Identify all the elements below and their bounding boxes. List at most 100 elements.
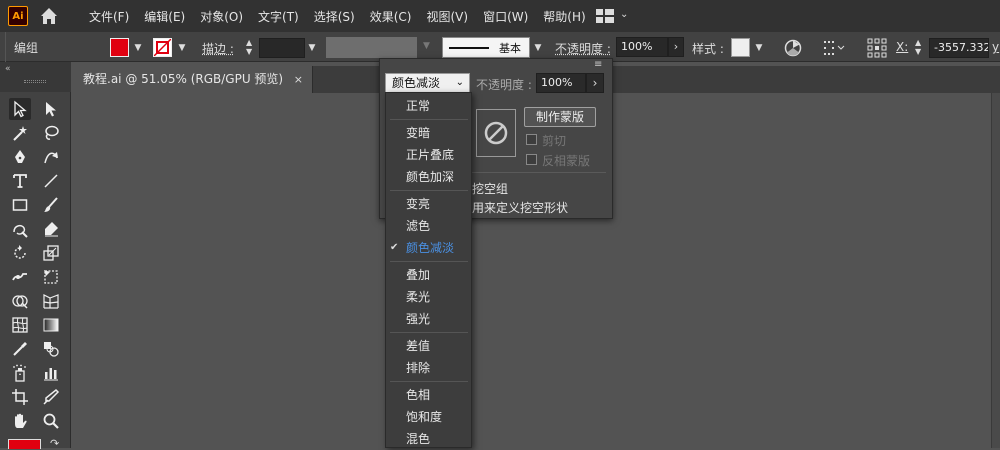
- brush-definition[interactable]: 基本: [442, 37, 530, 58]
- blend-mode-option[interactable]: 饱和度: [386, 406, 471, 428]
- blend-mode-option[interactable]: 颜色加深: [386, 166, 471, 188]
- opacity-label[interactable]: 不透明度 :: [555, 40, 611, 57]
- workspace-switcher-icon[interactable]: [596, 9, 614, 26]
- mask-thumbnail[interactable]: [476, 109, 516, 157]
- align-icon[interactable]: [824, 39, 846, 58]
- mesh-tool-icon[interactable]: [9, 314, 31, 336]
- x-position-field[interactable]: -3557.332: [929, 38, 989, 58]
- gradient-tool-icon[interactable]: [40, 314, 62, 336]
- menu-item[interactable]: 编辑(E): [144, 8, 185, 25]
- menu-separator: [390, 381, 468, 382]
- variable-width-profile[interactable]: [326, 37, 417, 58]
- curvature-tool-icon[interactable]: [40, 146, 62, 168]
- free-transform-tool-icon[interactable]: [40, 266, 62, 288]
- blend-mode-option[interactable]: 柔光: [386, 286, 471, 308]
- direct-selection-tool-icon[interactable]: [40, 98, 62, 120]
- stroke-swatch[interactable]: [153, 38, 172, 57]
- artboard-tool-icon[interactable]: [9, 386, 31, 408]
- knockout-group-label[interactable]: 挖空组: [472, 180, 508, 197]
- panel-opacity-label: 不透明度 :: [476, 78, 532, 92]
- menu-item[interactable]: 效果(C): [370, 8, 412, 25]
- recolor-artwork-icon[interactable]: [784, 39, 802, 60]
- swap-colors-icon[interactable]: ↷: [50, 437, 59, 450]
- close-icon[interactable]: ×: [294, 66, 303, 93]
- selection-type-label: 编组: [14, 41, 39, 55]
- chevron-right-icon[interactable]: ›: [668, 37, 684, 57]
- chevron-right-icon[interactable]: ›: [586, 73, 604, 93]
- blend-mode-option[interactable]: 混色: [386, 428, 471, 450]
- rotate-tool-icon[interactable]: [9, 242, 31, 264]
- blend-mode-option[interactable]: 颜色减淡: [386, 237, 471, 259]
- fill-swatch[interactable]: [110, 38, 129, 57]
- document-tab[interactable]: 教程.ai @ 51.05% (RGB/GPU 预览) ×: [74, 66, 313, 93]
- reference-point-icon[interactable]: [867, 38, 887, 61]
- blend-mode-option[interactable]: 叠加: [386, 264, 471, 286]
- width-tool-icon[interactable]: [9, 266, 31, 288]
- menu-separator: [390, 119, 468, 120]
- make-mask-button[interactable]: 制作蒙版: [524, 107, 596, 127]
- x-stepper-icon[interactable]: ▲ ▼: [915, 38, 929, 58]
- selection-tool-icon[interactable]: [9, 98, 31, 120]
- magic-wand-icon[interactable]: [9, 122, 31, 144]
- stroke-weight-field[interactable]: [259, 38, 305, 58]
- blend-mode-option[interactable]: 正片叠底: [386, 144, 471, 166]
- chevron-down-icon[interactable]: ▼: [531, 38, 545, 57]
- blend-mode-option[interactable]: 强光: [386, 308, 471, 330]
- menu-item[interactable]: 视图(V): [426, 8, 468, 25]
- collapse-icon[interactable]: «: [5, 64, 11, 74]
- chevron-down-icon: ▼: [423, 41, 430, 51]
- line-segment-tool-icon[interactable]: [40, 170, 62, 192]
- eyedropper-tool-icon[interactable]: [9, 338, 31, 360]
- blend-tool-icon[interactable]: [40, 338, 62, 360]
- opacity-field[interactable]: 100%: [616, 37, 668, 57]
- tools-panel-header: «: [0, 62, 71, 92]
- blend-mode-option[interactable]: 差值: [386, 335, 471, 357]
- hand-tool-icon[interactable]: [9, 410, 31, 432]
- home-icon[interactable]: [38, 5, 60, 27]
- stroke-stepper-icon[interactable]: ▲ ▼: [246, 38, 260, 58]
- shaper-tool-icon[interactable]: [9, 218, 31, 240]
- menu-item[interactable]: 文件(F): [89, 8, 129, 25]
- chevron-down-icon: ⌄: [455, 77, 464, 88]
- gripper: [24, 80, 46, 83]
- chevron-down-icon[interactable]: ▼: [131, 38, 145, 57]
- lasso-icon[interactable]: [40, 122, 62, 144]
- slice-tool-icon[interactable]: [40, 386, 62, 408]
- menu-item[interactable]: 对象(O): [200, 8, 243, 25]
- stroke-label[interactable]: 描边 :: [202, 40, 234, 57]
- pen-tool-icon[interactable]: [9, 146, 31, 168]
- menu-item[interactable]: 窗口(W): [483, 8, 528, 25]
- perspective-grid-tool-icon[interactable]: [40, 290, 62, 312]
- menu-item[interactable]: 帮助(H): [543, 8, 585, 25]
- blend-mode-option[interactable]: 变亮: [386, 193, 471, 215]
- invert-mask-checkbox[interactable]: [526, 154, 537, 165]
- symbol-sprayer-tool-icon[interactable]: [9, 362, 31, 384]
- blend-mode-option[interactable]: 色相: [386, 384, 471, 406]
- menu-item[interactable]: 选择(S): [314, 8, 355, 25]
- blend-mode-option[interactable]: 变暗: [386, 122, 471, 144]
- column-graph-tool-icon[interactable]: [40, 362, 62, 384]
- rectangle-tool-icon[interactable]: [9, 194, 31, 216]
- blend-mode-option[interactable]: 正常: [386, 95, 471, 117]
- chevron-down-icon[interactable]: ▼: [752, 38, 766, 57]
- scale-tool-icon[interactable]: [40, 242, 62, 264]
- panel-opacity-field[interactable]: 100%: [536, 73, 586, 93]
- clip-checkbox[interactable]: [526, 134, 537, 145]
- graphic-style-swatch[interactable]: [731, 38, 750, 57]
- type-tool-icon[interactable]: [9, 170, 31, 192]
- blend-mode-select[interactable]: 颜色减淡 ⌄: [385, 73, 470, 93]
- eraser-tool-icon[interactable]: [40, 218, 62, 240]
- chevron-down-icon[interactable]: ▼: [305, 38, 319, 57]
- chevron-down-icon[interactable]: ⌄: [620, 9, 628, 20]
- clip-label: 剪切: [542, 134, 567, 148]
- define-knockout-label[interactable]: 版用来定义挖空形状: [460, 199, 568, 216]
- chevron-down-icon[interactable]: ▼: [175, 38, 189, 57]
- zoom-tool-icon[interactable]: [40, 410, 62, 432]
- paintbrush-tool-icon[interactable]: [40, 194, 62, 216]
- shape-builder-tool-icon[interactable]: [9, 290, 31, 312]
- menu-item[interactable]: 文字(T): [258, 8, 299, 25]
- panel-menu-icon[interactable]: ≡: [594, 59, 602, 70]
- blend-mode-option[interactable]: 排除: [386, 357, 471, 379]
- invert-mask-label: 反相蒙版: [542, 154, 591, 168]
- blend-mode-option[interactable]: 滤色: [386, 215, 471, 237]
